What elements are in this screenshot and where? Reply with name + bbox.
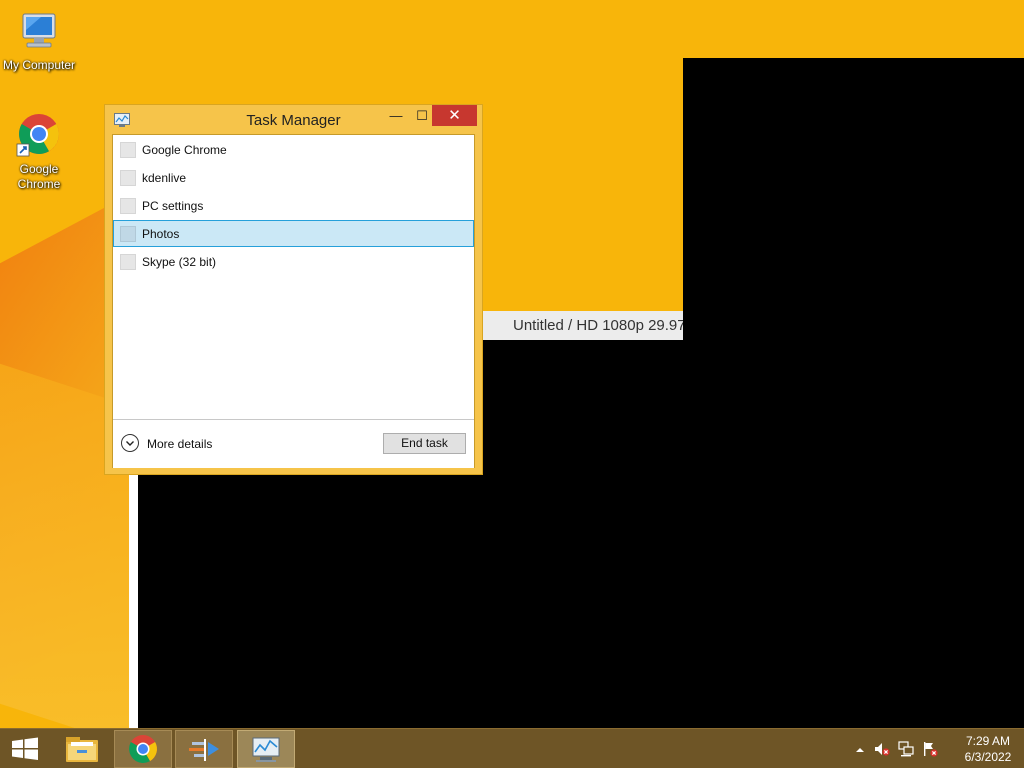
title-bar[interactable]: Task Manager — ☐ ✕ xyxy=(105,105,482,134)
action-center-flag-icon[interactable] xyxy=(922,741,938,757)
process-row[interactable]: Skype (32 bit) xyxy=(113,248,474,275)
desktop-icon-my-computer[interactable]: My Computer xyxy=(0,8,78,73)
process-icon xyxy=(120,226,136,242)
process-name: kdenlive xyxy=(142,171,187,185)
windows-start-icon xyxy=(12,737,38,760)
taskbar: 7:29 AM 6/3/2022 xyxy=(0,728,1024,768)
show-hidden-icons-chevron[interactable] xyxy=(852,743,868,759)
background-window-edge xyxy=(129,470,138,728)
taskbar-task-manager[interactable] xyxy=(237,730,295,768)
clock-date: 6/3/2022 xyxy=(964,750,1012,764)
process-name: PC settings xyxy=(142,199,204,213)
desktop-icon-label: My Computer xyxy=(2,58,76,72)
process-row[interactable]: kdenlive xyxy=(113,164,474,191)
clock[interactable]: 7:29 AM 6/3/2022 xyxy=(952,733,1024,765)
file-explorer-icon xyxy=(66,737,98,762)
chevron-down-icon[interactable] xyxy=(121,434,139,452)
process-row[interactable]: PC settings xyxy=(113,192,474,219)
desktop-icon-google-chrome[interactable]: Google Chrome xyxy=(0,112,78,192)
clock-time: 7:29 AM xyxy=(965,734,1011,748)
task-manager-icon xyxy=(252,737,280,762)
process-icon xyxy=(120,170,136,186)
chrome-icon xyxy=(15,112,63,160)
background-window-title[interactable]: Untitled / HD 1080p 29.97 xyxy=(483,311,683,340)
task-manager-content: Google Chrome kdenlive PC settings Photo… xyxy=(112,134,475,468)
task-manager-footer: More details End task xyxy=(113,419,474,468)
end-task-button[interactable]: End task xyxy=(383,433,466,454)
task-manager-window[interactable]: Task Manager — ☐ ✕ Google Chrome kdenliv… xyxy=(104,104,483,475)
process-list: Google Chrome kdenlive PC settings Photo… xyxy=(113,135,474,275)
computer-icon xyxy=(15,8,63,56)
kdenlive-icon xyxy=(189,739,219,761)
taskbar-google-chrome[interactable] xyxy=(114,730,172,768)
taskbar-file-explorer[interactable] xyxy=(53,730,111,768)
desktop-icon-label: Google Chrome xyxy=(17,162,61,191)
process-row-selected[interactable]: Photos xyxy=(113,220,474,247)
desktop: My Computer Google Chrome Untitled / HD … xyxy=(0,0,1024,768)
process-icon xyxy=(120,142,136,158)
taskbar-kdenlive[interactable] xyxy=(175,730,233,768)
volume-muted-icon[interactable] xyxy=(874,741,890,757)
minimize-button[interactable]: — xyxy=(383,105,409,126)
process-row[interactable]: Google Chrome xyxy=(113,136,474,163)
background-window-canvas xyxy=(683,58,1024,340)
process-name: Photos xyxy=(142,227,180,241)
process-icon xyxy=(120,198,136,214)
chrome-icon xyxy=(129,735,157,763)
process-name: Google Chrome xyxy=(142,143,227,157)
start-button[interactable] xyxy=(0,730,50,768)
more-details-label[interactable]: More details xyxy=(147,437,212,451)
process-name: Skype (32 bit) xyxy=(142,255,217,269)
network-icon[interactable] xyxy=(898,741,914,757)
system-tray: 7:29 AM 6/3/2022 xyxy=(834,729,1024,768)
process-icon xyxy=(120,254,136,270)
close-button[interactable]: ✕ xyxy=(432,105,477,126)
